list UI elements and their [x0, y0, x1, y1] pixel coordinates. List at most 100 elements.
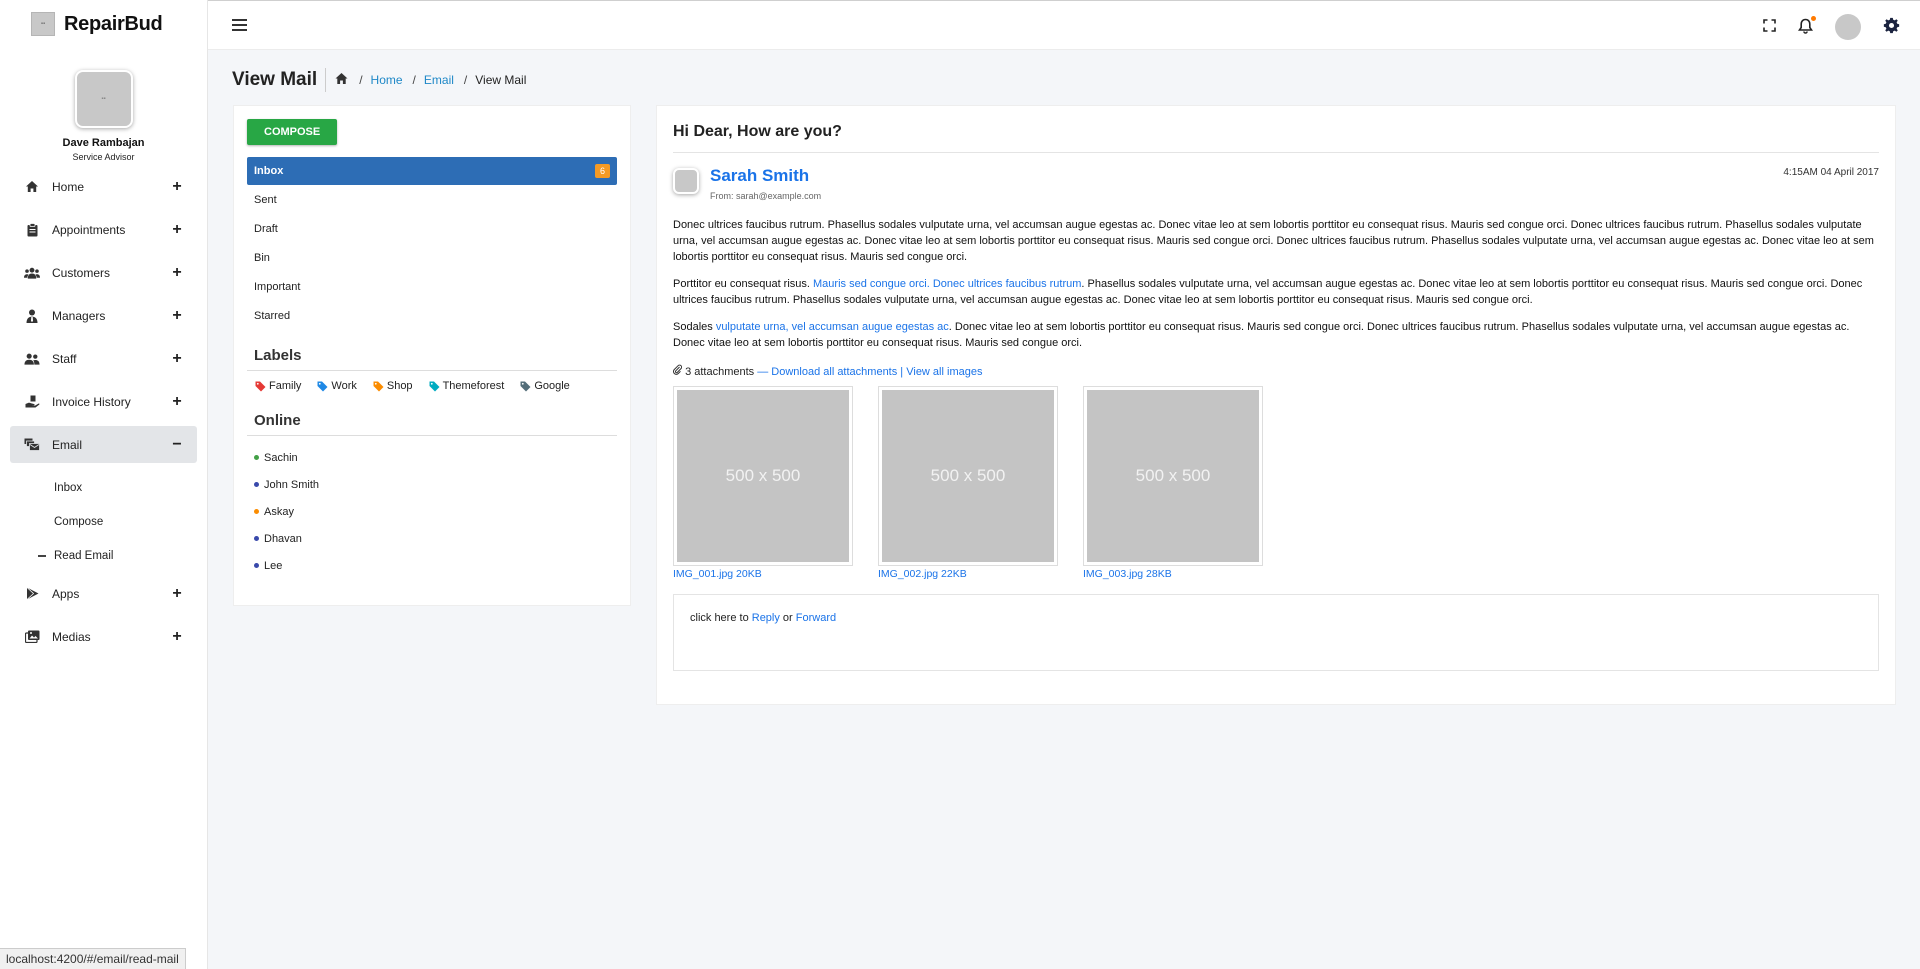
paragraph-text: Sodales	[673, 321, 716, 333]
attachment-caption[interactable]: IMG_001.jpg 20KB	[673, 568, 762, 580]
reply-link[interactable]: Reply	[752, 612, 780, 624]
folder-draft[interactable]: Draft	[247, 215, 617, 243]
hand-holding-icon	[24, 394, 40, 410]
breadcrumb-separator: /	[463, 73, 468, 87]
sidebar-item-label: Medias	[52, 629, 91, 644]
label-list: Family Work Shop Themeforest Google	[247, 371, 617, 392]
online-user[interactable]: Sachin	[254, 444, 610, 471]
sender-avatar[interactable]	[673, 168, 699, 194]
gear-icon[interactable]	[1883, 17, 1900, 37]
folder-sent[interactable]: Sent	[247, 186, 617, 214]
breadcrumb: / Home / Email / View Mail	[334, 72, 526, 88]
sidebar-item-customers[interactable]: Customers +	[10, 254, 197, 291]
expand-icon[interactable]: +	[171, 393, 183, 411]
folder-bin[interactable]: Bin	[247, 244, 617, 272]
sidebar-item-medias[interactable]: Medias +	[10, 618, 197, 655]
label-themeforest[interactable]: Themeforest	[429, 380, 504, 392]
mail-paragraph: Sodales vulputate urna, vel accumsan aug…	[673, 319, 1879, 351]
sidebar-item-email[interactable]: Email −	[10, 426, 197, 463]
online-user-name: Lee	[264, 559, 283, 572]
clipboard-icon	[24, 222, 40, 238]
attachment-caption[interactable]: IMG_003.jpg 28KB	[1083, 568, 1172, 580]
breadcrumb-home[interactable]: Home	[371, 73, 403, 87]
tag-icon	[429, 381, 440, 391]
folder-important[interactable]: Important	[247, 273, 617, 301]
expand-icon[interactable]: +	[171, 307, 183, 325]
collapse-icon[interactable]: −	[171, 436, 183, 454]
top-actions	[1741, 14, 1900, 40]
tag-icon	[520, 381, 531, 391]
body-link[interactable]: vulputate urna, vel accumsan augue egest…	[716, 321, 949, 333]
attachment-image[interactable]: 500 x 500	[1083, 386, 1263, 566]
sidebar-item-invoice-history[interactable]: Invoice History +	[10, 383, 197, 420]
sender-name[interactable]: Sarah Smith	[710, 166, 809, 186]
page-header: View Mail / Home / Email / View Mail	[232, 68, 526, 92]
label-family[interactable]: Family	[255, 380, 301, 392]
attachment-caption[interactable]: IMG_002.jpg 22KB	[878, 568, 967, 580]
sidebar-item-label: Apps	[52, 586, 80, 601]
expand-icon[interactable]: +	[171, 585, 183, 603]
sidebar-item-appointments[interactable]: Appointments +	[10, 211, 197, 248]
compose-button[interactable]: COMPOSE	[247, 119, 338, 145]
online-user-name: Dhavan	[264, 532, 302, 545]
sidebar-item-managers[interactable]: Managers +	[10, 297, 197, 334]
tag-icon	[373, 381, 384, 391]
brand[interactable]: ▪▪ RepairBud	[0, 0, 207, 48]
label-work[interactable]: Work	[317, 380, 357, 392]
expand-icon[interactable]: +	[171, 221, 183, 239]
attachment-separator: |	[897, 366, 907, 378]
paperclip-icon	[672, 364, 683, 378]
forward-link[interactable]: Forward	[796, 612, 836, 624]
mail-subject: Hi Dear, How are you?	[673, 106, 1879, 153]
download-all-link[interactable]: Download all attachments	[771, 366, 897, 378]
fullscreen-icon[interactable]	[1763, 19, 1776, 35]
subnav-item-inbox[interactable]: Inbox	[10, 471, 197, 505]
expand-icon[interactable]: +	[171, 350, 183, 368]
sidebar-item-label: Home	[52, 179, 85, 194]
folder-inbox[interactable]: Inbox 6	[247, 157, 617, 185]
tag-icon	[317, 381, 328, 391]
attachment-image[interactable]: 500 x 500	[878, 386, 1058, 566]
breadcrumb-separator: /	[412, 73, 416, 87]
label-google[interactable]: Google	[520, 380, 570, 392]
avatar[interactable]: ▪▪	[74, 70, 133, 128]
mail-bulk-icon	[24, 437, 40, 453]
attachment-item[interactable]: 500 x 500 IMG_001.jpg 20KB	[673, 386, 853, 580]
online-user[interactable]: Askay	[254, 498, 610, 525]
label-shop[interactable]: Shop	[373, 380, 413, 392]
mail-paragraph: Donec ultrices faucibus rutrum. Phasellu…	[673, 219, 1874, 263]
subnav-item-read-email[interactable]: Read Email	[10, 539, 197, 573]
user-friends-icon	[24, 351, 40, 367]
status-dot	[254, 482, 259, 487]
sidebar-item-home[interactable]: Home +	[10, 168, 197, 205]
expand-icon[interactable]: +	[171, 264, 183, 282]
sidebar-item-label: Staff	[52, 351, 77, 366]
view-all-images-link[interactable]: View all images	[906, 366, 982, 378]
body-link[interactable]: Mauris sed congue orci. Donec ultrices f…	[813, 278, 1081, 290]
expand-icon[interactable]: +	[171, 178, 183, 196]
sidebar-item-apps[interactable]: Apps +	[10, 575, 197, 612]
sidebar-item-label: Invoice History	[52, 394, 131, 409]
attachment-thumbnails: 500 x 500 IMG_001.jpg 20KB 500 x 500 IMG…	[673, 386, 1879, 580]
online-user[interactable]: John Smith	[254, 471, 610, 498]
breadcrumb-email[interactable]: Email	[424, 73, 454, 87]
sidebar-item-staff[interactable]: Staff +	[10, 340, 197, 377]
menu-toggle-icon[interactable]	[232, 19, 247, 31]
notification-bell-icon[interactable]	[1797, 15, 1816, 37]
online-user[interactable]: Dhavan	[254, 525, 610, 552]
breadcrumb-separator: /	[359, 73, 363, 87]
attachment-item[interactable]: 500 x 500 IMG_002.jpg 22KB	[878, 386, 1058, 580]
user-avatar[interactable]	[1835, 14, 1861, 40]
expand-icon[interactable]: +	[171, 628, 183, 646]
subnav-item-compose[interactable]: Compose	[10, 505, 197, 539]
image-placeholder: 500 x 500	[677, 390, 849, 562]
online-user[interactable]: Lee	[254, 552, 610, 579]
folder-starred[interactable]: Starred	[247, 302, 617, 330]
unread-count-badge: 6	[594, 164, 610, 178]
attachment-image[interactable]: 500 x 500	[673, 386, 853, 566]
attachment-item[interactable]: 500 x 500 IMG_003.jpg 28KB	[1083, 386, 1263, 580]
home-icon[interactable]	[334, 72, 349, 88]
image-placeholder: 500 x 500	[882, 390, 1054, 562]
profile-role: Service Advisor	[72, 152, 135, 162]
status-dot	[254, 455, 259, 460]
